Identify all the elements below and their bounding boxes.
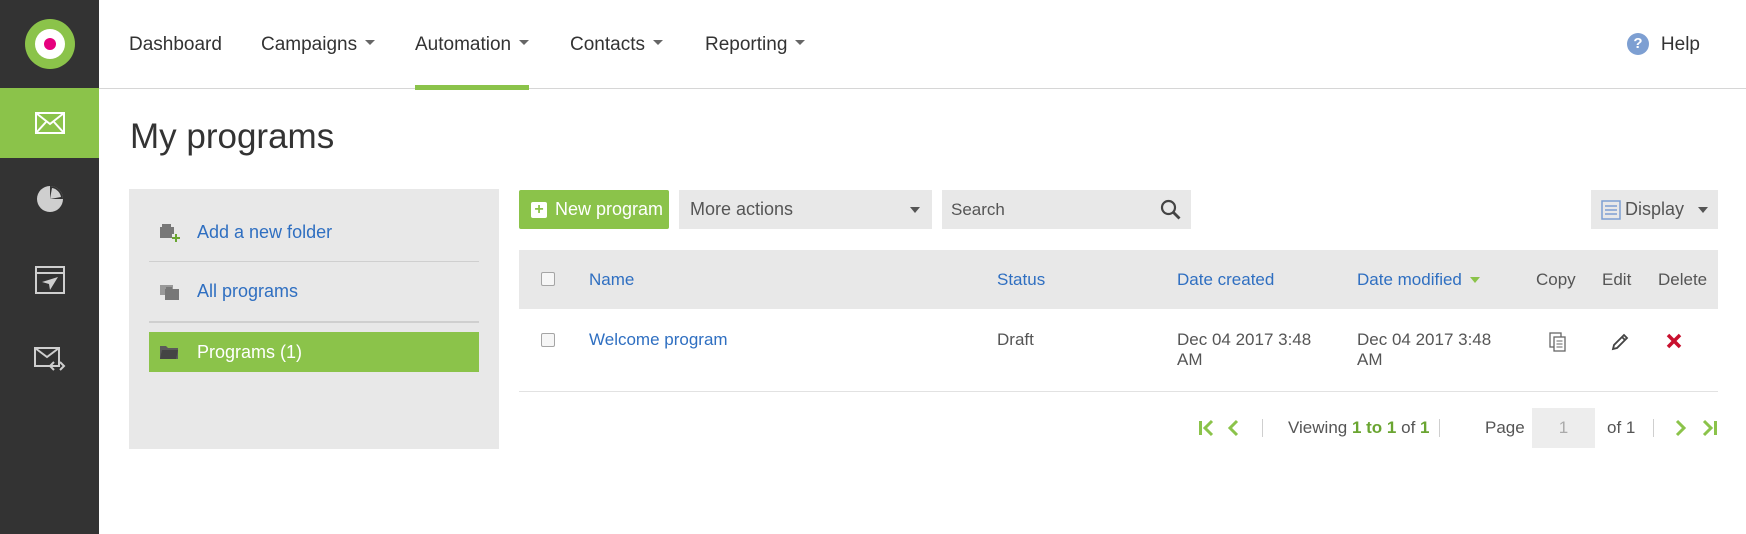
nav-contacts-label: Contacts [570,34,645,55]
page-number-input[interactable] [1532,408,1595,448]
row-checkbox[interactable] [541,333,555,347]
table-header: Name Status Date created Date modified C… [519,250,1718,309]
folder-panel: Add a new folder All programs Programs (… [129,189,499,449]
app-root: Dashboard Campaigns Automation Contacts … [0,0,1746,534]
folder-icon [159,343,183,361]
page-input-wrap [1532,407,1595,449]
nav-dashboard[interactable]: Dashboard [129,0,222,89]
search-box [942,190,1191,229]
program-date-created: Dec 04 2017 3:48 AM [1177,330,1312,369]
programs-table: Name Status Date created Date modified C… [519,250,1718,392]
plus-icon: + [531,201,547,218]
column-date-created[interactable]: Date created [1177,250,1274,309]
next-page-icon[interactable] [1673,419,1687,442]
programs-folder[interactable]: Programs (1) [149,332,479,372]
column-date-modified-label: Date modified [1357,270,1462,289]
nav-campaigns[interactable]: Campaigns [261,0,376,89]
column-edit: Edit [1602,270,1632,289]
table-row: Welcome program Draft Dec 04 2017 3:48 A… [519,309,1718,392]
viewing-prefix: Viewing [1288,418,1348,437]
viewing-of: of [1401,418,1416,437]
programs-folder-label: Programs (1) [197,341,303,362]
browser-send-icon [34,266,65,294]
caret-down-icon [652,40,663,46]
page-label: Page [1485,418,1525,437]
page-of-total: of 1 [1607,418,1636,437]
column-date-modified[interactable]: Date modified [1357,250,1480,309]
nav-reporting-label: Reporting [705,34,788,55]
pager-divider [1439,419,1440,437]
caret-down-icon [1698,207,1708,213]
toolbar: + New program More actions Display [519,190,1718,229]
viewing-total: 1 [1420,418,1430,437]
rail-item-reports[interactable] [0,158,99,240]
folders-icon [159,282,183,302]
page-title: My programs [130,117,335,156]
new-program-label: New program [555,199,664,219]
nav-campaigns-label: Campaigns [261,34,358,55]
more-actions-dropdown[interactable]: More actions [679,190,932,229]
logo-icon [24,19,75,69]
caret-down-icon [795,40,806,46]
viewing-text: Viewing 1 to 1 of 1 [1288,407,1430,449]
first-page-icon[interactable] [1198,419,1218,442]
caret-down-icon [365,40,376,46]
delete-x-icon[interactable] [1666,332,1682,355]
edit-pencil-icon[interactable] [1610,332,1630,357]
pager-divider [1653,419,1654,437]
sort-desc-icon [1469,276,1480,283]
column-status[interactable]: Status [997,250,1045,309]
program-name-link[interactable]: Welcome program [589,330,728,350]
question-icon: ? [1626,32,1649,55]
display-label: Display [1625,199,1685,219]
add-folder-icon [159,223,183,243]
search-icon[interactable] [1160,199,1181,225]
email-code-icon [33,347,65,371]
nav-contacts[interactable]: Contacts [570,0,663,89]
pager-divider [1262,419,1263,437]
nav-reporting[interactable]: Reporting [705,0,806,89]
top-nav: Dashboard Campaigns Automation Contacts … [99,0,1746,90]
help-label: Help [1660,33,1700,55]
more-actions-label: More actions [690,199,794,219]
nav-automation-label: Automation [415,34,512,55]
envelope-icon [34,112,65,134]
display-dropdown[interactable]: Display [1591,190,1718,229]
add-folder-label: Add a new folder [197,222,333,242]
select-all-checkbox[interactable] [541,272,555,286]
program-date-modified: Dec 04 2017 3:48 AM [1357,330,1492,369]
all-programs-link[interactable]: All programs [149,262,479,323]
left-rail [0,0,99,534]
program-status: Draft [997,330,1034,349]
column-copy: Copy [1536,270,1576,289]
column-delete: Delete [1658,270,1708,289]
nav-dashboard-label: Dashboard [129,34,222,55]
column-name[interactable]: Name [589,250,634,309]
all-programs-label: All programs [197,281,299,301]
pie-chart-icon [36,186,63,212]
rail-item-templates[interactable] [0,320,99,400]
prev-page-icon[interactable] [1227,419,1241,442]
add-folder-link[interactable]: Add a new folder [149,204,479,262]
viewing-range: 1 to 1 [1351,418,1397,437]
last-page-icon[interactable] [1698,419,1718,442]
caret-down-icon [519,40,530,46]
list-view-icon [1601,199,1621,220]
rail-item-landing-pages[interactable] [0,240,99,320]
nav-automation[interactable]: Automation [415,0,530,90]
rail-item-campaigns[interactable] [0,88,99,158]
copy-icon[interactable] [1549,332,1567,357]
help-link[interactable]: ? Help [1626,0,1700,89]
app-logo[interactable] [0,0,99,88]
search-input[interactable] [942,190,1191,229]
caret-down-icon [910,207,920,213]
new-program-button[interactable]: + New program [519,190,669,229]
